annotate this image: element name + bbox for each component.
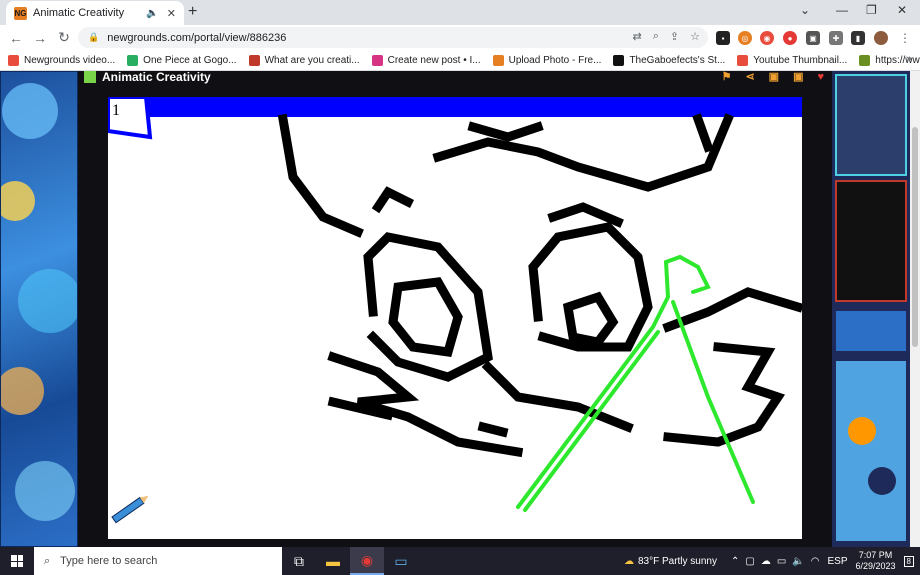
chrome-icon[interactable]: ◉ <box>350 547 384 575</box>
minimize-icon[interactable]: — <box>836 3 848 17</box>
notification-center-icon[interactable]: 8 <box>903 555 914 567</box>
taskbar-search-box[interactable]: ⌕ Type here to search <box>34 547 282 575</box>
speaker-icon[interactable]: 🔈 <box>146 8 158 19</box>
bookmark-favicon-icon <box>859 54 871 66</box>
sketch-drawing <box>108 97 802 524</box>
bookmark-favicon-icon <box>248 54 260 66</box>
bookmark-label: Newgrounds video... <box>24 54 116 66</box>
player-header: Animatic Creativity ⚑ ⋖ ▣ ▣ ♥ <box>78 71 832 91</box>
bookmark-label: https://www.realiza... <box>875 54 920 66</box>
bookmark-item[interactable]: Create new post • I... <box>371 54 481 66</box>
bookmark-item[interactable]: Newgrounds video... <box>8 54 116 66</box>
bookmark-item[interactable]: Youtube Thumbnail... <box>737 54 848 66</box>
search-placeholder: Type here to search <box>60 555 158 567</box>
extension-icon[interactable]: ▣ <box>806 31 820 45</box>
translate-icon[interactable]: ⇄ <box>633 30 642 43</box>
bookmark-label: One Piece at Gogo... <box>143 54 237 66</box>
bookmark-label: TheGaboefects's St... <box>629 54 726 66</box>
bookmark-favicon-icon <box>737 54 749 66</box>
clock-time: 7:07 PM <box>858 550 893 560</box>
frame-number: 1 <box>112 102 120 119</box>
app-window-icon[interactable]: ▭ <box>384 547 418 575</box>
bookmark-favicon-icon <box>613 54 625 66</box>
reload-icon[interactable]: ↻ <box>52 29 76 46</box>
page-content: Animatic Creativity ⚑ ⋖ ▣ ▣ ♥ 1 <box>0 71 920 547</box>
restore-icon[interactable]: ❐ <box>866 3 877 17</box>
favorite-icon[interactable]: ⚑ <box>722 71 732 83</box>
network-icon[interactable]: ◠ <box>811 556 820 567</box>
back-icon[interactable]: ← <box>4 30 28 46</box>
language-indicator[interactable]: ESP <box>827 556 847 567</box>
bookmark-label: Upload Photo - Fre... <box>508 54 602 66</box>
search-icon: ⌕ <box>44 554 51 567</box>
cloud-icon[interactable]: ☁ <box>761 556 771 567</box>
extension-icon[interactable]: ◉ <box>760 31 774 45</box>
download-icon[interactable]: ▣ <box>769 71 779 83</box>
page-scrollbar[interactable] <box>910 71 920 547</box>
bookmark-label: What are you creati... <box>264 54 360 66</box>
close-tab-icon[interactable]: ✕ <box>167 7 176 20</box>
bookmark-favicon-icon <box>127 54 139 66</box>
share-icon[interactable]: ⋖ <box>745 71 754 83</box>
tab-title: Animatic Creativity <box>33 7 125 19</box>
banner-art <box>835 74 907 541</box>
bookmark-favicon-icon <box>371 54 383 66</box>
tab-search-icon[interactable]: ⌄ <box>800 3 810 17</box>
puzzle-icon[interactable]: ✚ <box>829 31 843 45</box>
clock[interactable]: 7:07 PM 6/29/2023 <box>856 550 896 572</box>
save-icon[interactable]: ▣ <box>793 71 803 83</box>
left-decorative-banner <box>0 71 78 547</box>
newgrounds-logo-icon <box>84 71 96 83</box>
bookmark-favicon-icon <box>8 54 19 66</box>
banner-art <box>0 71 78 547</box>
more-bookmarks-icon[interactable]: » <box>906 53 912 65</box>
menu-icon[interactable]: ⋮ <box>898 31 912 45</box>
extension-icon[interactable]: ◎ <box>738 31 752 45</box>
sidebar-icon[interactable]: ▮ <box>851 31 865 45</box>
bookmark-label: Youtube Thumbnail... <box>753 54 848 66</box>
scrollbar-thumb[interactable] <box>912 127 918 347</box>
animation-player: Animatic Creativity ⚑ ⋖ ▣ ▣ ♥ 1 <box>78 71 832 547</box>
share-icon[interactable]: ⇪ <box>670 30 679 43</box>
url-text: newgrounds.com/portal/view/886236 <box>107 31 287 44</box>
windows-logo-icon <box>11 555 23 567</box>
extension-icon[interactable]: ● <box>783 31 797 45</box>
clock-date: 6/29/2023 <box>855 561 896 571</box>
bookmark-label: Create new post • I... <box>387 54 481 66</box>
task-view-icon[interactable]: ⧉ <box>282 547 316 575</box>
player-title: Animatic Creativity <box>102 71 211 84</box>
new-tab-icon[interactable]: + <box>188 3 197 21</box>
forward-icon[interactable]: → <box>28 30 52 46</box>
start-button[interactable] <box>0 547 34 575</box>
extension-icon[interactable]: ▪ <box>716 31 730 45</box>
zoom-icon[interactable]: ⌕ <box>653 30 659 43</box>
volume-icon[interactable]: 🔈 <box>792 556 804 567</box>
heart-icon[interactable]: ♥ <box>817 71 824 83</box>
browser-tab[interactable]: NG Animatic Creativity 🔈 ✕ <box>6 1 184 25</box>
close-window-icon[interactable]: ✕ <box>897 3 907 17</box>
address-bar[interactable]: 🔒 newgrounds.com/portal/view/886236 ⇄ ⌕ … <box>78 27 708 48</box>
weather-icon[interactable]: ☁ <box>624 556 634 567</box>
profile-avatar[interactable] <box>874 31 888 45</box>
newgrounds-favicon-icon: NG <box>14 6 27 20</box>
weather-text[interactable]: 83°F Partly sunny <box>638 556 717 567</box>
bookmark-item[interactable]: What are you creati... <box>248 54 360 66</box>
bookmarks-bar: Newgrounds video... One Piece at Gogo... W… <box>0 50 920 71</box>
bookmark-star-icon[interactable]: ☆ <box>690 30 700 43</box>
bookmark-item[interactable]: TheGaboefects's St... <box>613 54 726 66</box>
tray-app-icon[interactable]: ▢ <box>745 556 754 567</box>
show-hidden-icons-icon[interactable]: ⌃ <box>731 556 739 567</box>
windows-taskbar: ⌕ Type here to search ⧉ ▬ ◉ ▭ ☁ 83°F Par… <box>0 547 920 575</box>
lock-icon: 🔒 <box>88 32 100 42</box>
right-decorative-banner <box>832 71 910 547</box>
file-explorer-icon[interactable]: ▬ <box>316 547 350 575</box>
animation-canvas[interactable]: 1 <box>108 97 802 539</box>
browser-toolbar: ← → ↻ 🔒 newgrounds.com/portal/view/88623… <box>0 25 920 50</box>
battery-icon[interactable]: ▭ <box>777 556 786 567</box>
bookmark-item[interactable]: One Piece at Gogo... <box>127 54 237 66</box>
bookmark-favicon-icon <box>492 54 504 66</box>
bookmark-item[interactable]: Upload Photo - Fre... <box>492 54 602 66</box>
tab-strip: NG Animatic Creativity 🔈 ✕ + ⌄ — ❐ ✕ <box>0 0 920 25</box>
system-tray: ☁ 83°F Partly sunny ⌃ ▢ ☁ ▭ 🔈 ◠ ESP 7:07… <box>624 547 920 575</box>
